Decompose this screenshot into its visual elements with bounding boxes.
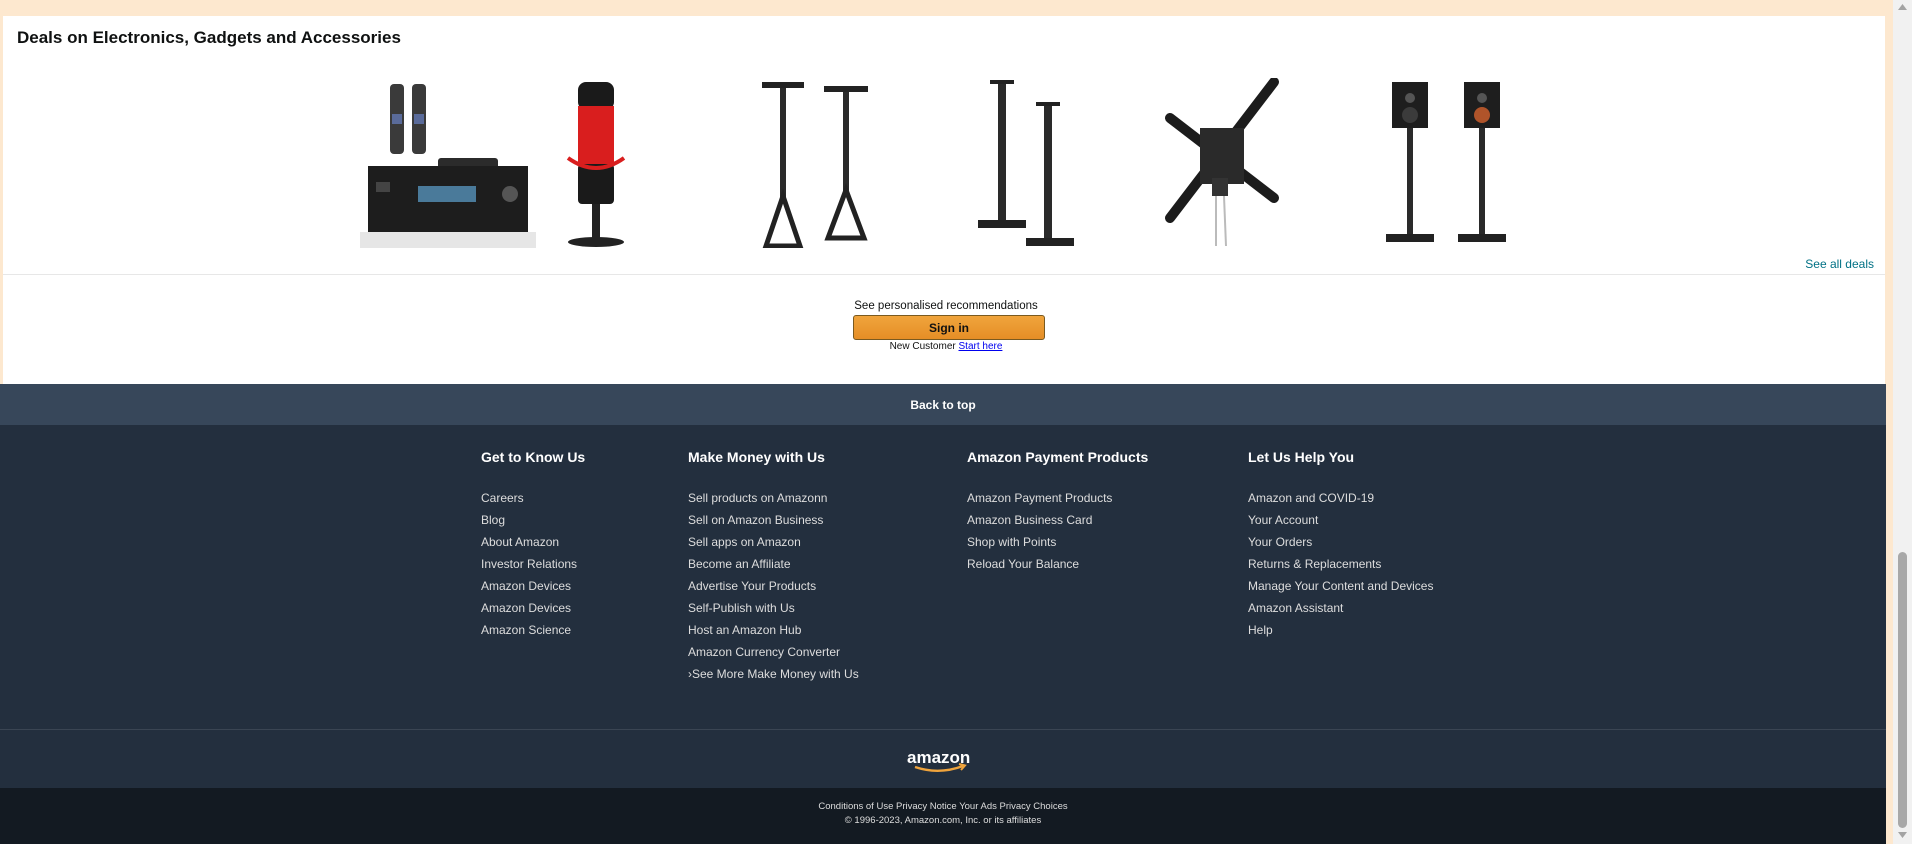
sign-in-button[interactable]: Sign in xyxy=(853,315,1045,340)
deal-product-speakers-on-stands[interactable] xyxy=(1378,76,1510,248)
footer-link[interactable]: Host an Amazon Hub xyxy=(688,619,859,641)
av-receiver-icon xyxy=(360,84,536,248)
footer-link[interactable]: Amazon and COVID-19 xyxy=(1248,487,1433,509)
footer-link[interactable]: Amazon Payment Products xyxy=(967,487,1148,509)
scroll-down-arrow-icon[interactable] xyxy=(1896,830,1909,840)
ads-privacy-choices-link[interactable]: Your Ads Privacy Choices xyxy=(959,801,1067,812)
footer-link[interactable]: Amazon Devices xyxy=(481,597,585,619)
new-customer-line: New Customer Start here xyxy=(0,341,1892,352)
footer-link[interactable]: Manage Your Content and Devices xyxy=(1248,575,1433,597)
footer-link[interactable]: Blog xyxy=(481,509,585,531)
footer-column-make-money: Make Money with Us Sell products on Amaz… xyxy=(688,449,859,685)
footer-link[interactable]: Amazon Devices xyxy=(481,575,585,597)
speakers-on-stands-icon xyxy=(1386,82,1506,242)
deal-product-receiver[interactable] xyxy=(360,76,536,248)
footer-link[interactable]: Self-Publish with Us xyxy=(688,597,859,619)
footer-link[interactable]: Returns & Replacements xyxy=(1248,553,1433,575)
legal-links: Conditions of Use Privacy Notice Your Ad… xyxy=(0,801,1886,812)
deal-product-tv-mount[interactable] xyxy=(1160,76,1284,248)
privacy-notice-link[interactable]: Privacy Notice xyxy=(896,801,957,812)
page: Deals on Electronics, Gadgets and Access… xyxy=(0,0,1912,844)
scroll-up-arrow-icon[interactable] xyxy=(1896,2,1909,12)
footer-link[interactable]: Your Account xyxy=(1248,509,1433,531)
footer-link[interactable]: Sell on Amazon Business xyxy=(688,509,859,531)
scrollbar-thumb[interactable] xyxy=(1898,552,1907,828)
copyright-text: © 1996-2023, Amazon.com, Inc. or its aff… xyxy=(844,815,1042,826)
footer-column-heading: Make Money with Us xyxy=(688,449,825,465)
deal-product-speaker-stands[interactable] xyxy=(758,76,874,248)
footer-column-heading: Amazon Payment Products xyxy=(967,449,1149,465)
deal-product-bookshelf-stands[interactable] xyxy=(970,76,1080,248)
footer-link[interactable]: Advertise Your Products xyxy=(688,575,859,597)
footer-link[interactable]: Sell apps on Amazon xyxy=(688,531,859,553)
footer-column-heading: Let Us Help You xyxy=(1248,449,1355,465)
footer-link[interactable]: Amazon Business Card xyxy=(967,509,1148,531)
footer-link[interactable]: Shop with Points xyxy=(967,531,1148,553)
footer-link[interactable]: Careers xyxy=(481,487,585,509)
footer-link[interactable]: Help xyxy=(1248,619,1433,641)
footer-link[interactable]: Become an Affiliate xyxy=(688,553,859,575)
footer-column-heading: Get to Know Us xyxy=(481,449,586,465)
bookshelf-stand-icon xyxy=(978,80,1074,246)
conditions-of-use-link[interactable]: Conditions of Use xyxy=(818,801,893,812)
start-here-link[interactable]: Start here xyxy=(959,341,1003,352)
footer-link[interactable]: Sell products on Amazonn xyxy=(688,487,859,509)
footer-link[interactable]: Amazon Assistant xyxy=(1248,597,1433,619)
footer-nav: Get to Know Us Careers Blog About Amazon… xyxy=(0,425,1886,729)
deals-heading: Deals on Electronics, Gadgets and Access… xyxy=(17,28,401,47)
deal-product-microphone[interactable] xyxy=(558,76,634,248)
back-to-top-button[interactable]: Back to top xyxy=(0,384,1886,425)
footer-link[interactable]: Reload Your Balance xyxy=(967,553,1148,575)
amazon-logo[interactable]: amazon xyxy=(907,748,975,774)
footer-link[interactable]: Amazon Science xyxy=(481,619,585,641)
new-customer-label: New Customer xyxy=(889,341,956,352)
personalised-recommendations-text: See personalised recommendations xyxy=(854,300,1038,312)
footer-link[interactable]: Amazon Currency Converter xyxy=(688,641,859,663)
footer-column-get-to-know-us: Get to Know Us Careers Blog About Amazon… xyxy=(481,449,585,641)
deals-section xyxy=(3,16,1885,274)
footer-link[interactable]: Investor Relations xyxy=(481,553,585,575)
footer-link[interactable]: About Amazon xyxy=(481,531,585,553)
footer-column-help: Let Us Help You Amazon and COVID-19 Your… xyxy=(1248,449,1433,641)
speaker-stand-icon xyxy=(762,82,868,248)
see-all-deals-link[interactable]: See all deals xyxy=(1805,257,1874,271)
footer-link[interactable]: Your Orders xyxy=(1248,531,1433,553)
footer-column-payment-products: Amazon Payment Products Amazon Payment P… xyxy=(967,449,1148,575)
microphone-icon xyxy=(566,82,626,247)
footer-link[interactable]: ›See More Make Money with Us xyxy=(688,663,859,685)
tv-mount-icon xyxy=(1165,78,1279,247)
